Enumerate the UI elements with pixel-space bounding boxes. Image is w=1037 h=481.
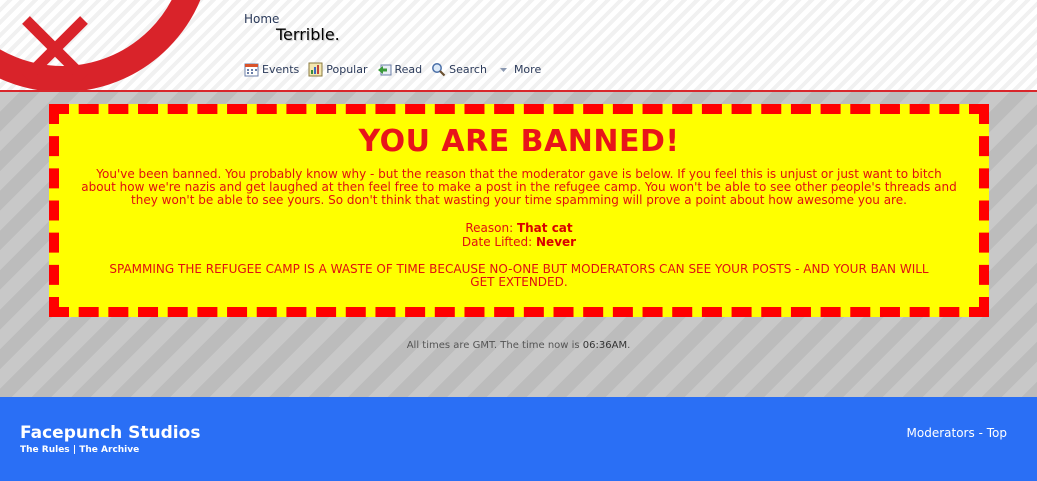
site-logo[interactable] xyxy=(0,0,230,90)
header-nav: Events Popular Read Search More xyxy=(244,62,550,77)
current-time: 06:36AM xyxy=(582,340,628,351)
nav-popular-label: Popular xyxy=(326,63,368,76)
ban-reason-value: That cat xyxy=(516,221,573,235)
footer-separator: | xyxy=(72,445,77,455)
search-icon xyxy=(432,63,446,77)
site-header: Home Terrible. Events Popular Read Searc… xyxy=(0,0,1037,92)
ban-date-row: Date Lifted: Never xyxy=(59,235,979,249)
timezone-prefix: All times are GMT. The time now is xyxy=(406,340,583,351)
calendar-icon xyxy=(244,63,259,77)
nav-popular[interactable]: Popular xyxy=(308,62,368,77)
moderators-link[interactable]: Moderators xyxy=(907,426,975,440)
top-link[interactable]: Top xyxy=(987,426,1007,440)
red-x-icon xyxy=(22,16,88,82)
footer-links: The Rules | The Archive xyxy=(20,445,139,455)
footer-dash: - xyxy=(978,426,983,440)
breadcrumb-home-link[interactable]: Home xyxy=(244,12,279,26)
ban-date-label: Date Lifted: xyxy=(461,235,533,249)
footer-title: Facepunch Studios xyxy=(20,423,201,443)
popular-icon xyxy=(308,62,323,77)
nav-search[interactable]: Search xyxy=(431,62,487,77)
timezone-notice: All times are GMT. The time now is 06:36… xyxy=(0,340,1037,351)
ban-details: Reason: That cat Date Lifted: Never xyxy=(59,221,979,249)
page-title: Terrible. xyxy=(276,25,340,44)
nav-events[interactable]: Events xyxy=(244,62,299,77)
archive-link[interactable]: The Archive xyxy=(79,445,139,455)
nav-more-label: More xyxy=(513,63,542,76)
nav-search-label: Search xyxy=(449,63,487,76)
ban-date-value: Never xyxy=(536,235,577,249)
ban-reason-row: Reason: That cat xyxy=(59,221,979,235)
nav-read[interactable]: Read xyxy=(377,62,423,77)
main-content: YOU ARE BANNED! You've been banned. You … xyxy=(0,92,1037,397)
ban-reason-label: Reason: xyxy=(465,221,514,235)
site-footer: Facepunch Studios The Rules | The Archiv… xyxy=(0,397,1037,481)
read-icon xyxy=(377,64,391,76)
ban-notice: YOU ARE BANNED! You've been banned. You … xyxy=(49,104,989,317)
footer-right-links: Moderators - Top xyxy=(907,426,1007,440)
nav-more[interactable]: More xyxy=(496,62,541,77)
nav-events-label: Events xyxy=(262,63,300,76)
chevron-down-icon xyxy=(499,68,507,72)
timezone-suffix: . xyxy=(627,340,631,351)
ban-warning: SPAMMING THE REFUGEE CAMP IS A WASTE OF … xyxy=(109,262,929,289)
ban-message: You've been banned. You probably know wh… xyxy=(81,167,957,207)
nav-read-label: Read xyxy=(394,63,423,76)
ban-title: YOU ARE BANNED! xyxy=(358,124,680,159)
rules-link[interactable]: The Rules xyxy=(20,445,70,455)
